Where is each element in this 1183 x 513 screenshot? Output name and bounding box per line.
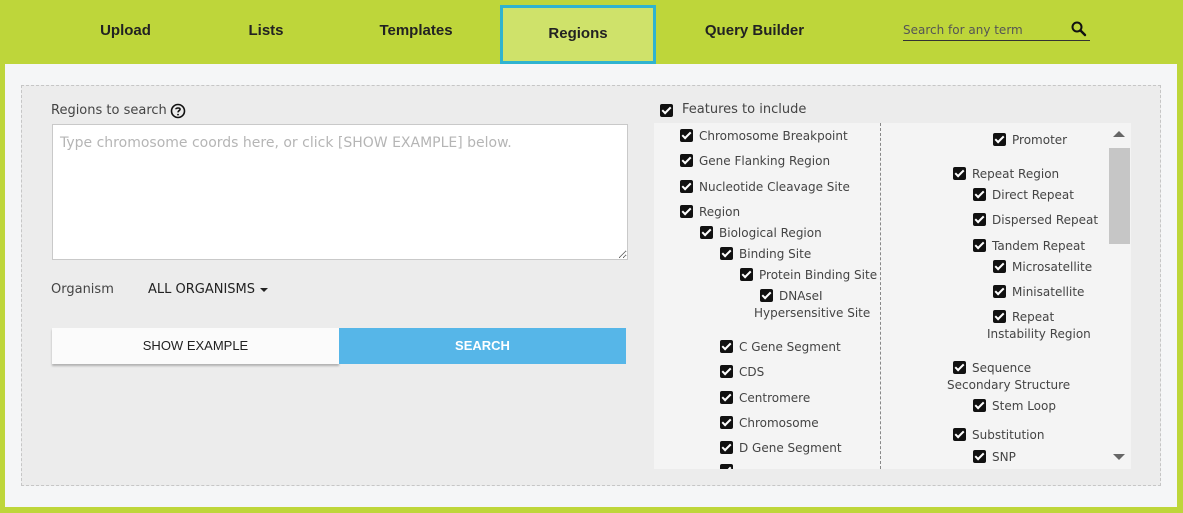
feature-item[interactable]: Protein Binding Site <box>740 267 877 284</box>
feature-checkbox[interactable] <box>680 205 693 218</box>
feature-checkbox[interactable] <box>720 441 733 454</box>
page-body: Regions to search Organism ALL ORGANISMS… <box>5 64 1177 507</box>
feature-checkbox[interactable] <box>953 361 966 374</box>
top-nav: Upload Lists Templates Regions Query Bui… <box>0 0 1183 64</box>
nav-query-builder[interactable]: Query Builder <box>696 0 813 64</box>
search-icon[interactable] <box>1070 20 1088 38</box>
feature-item[interactable]: DNAseI Hypersensitive Site <box>754 288 874 322</box>
organism-label: Organism <box>51 282 114 297</box>
feature-item[interactable]: Centromere <box>720 390 810 407</box>
feature-checkbox[interactable] <box>720 247 733 260</box>
feature-checkbox[interactable] <box>973 188 986 201</box>
feature-checkbox[interactable] <box>680 129 693 142</box>
regions-panel: Regions to search Organism ALL ORGANISMS… <box>21 85 1161 486</box>
feature-item[interactable]: D Gene Segment <box>720 440 842 457</box>
feature-checkbox[interactable] <box>720 391 733 404</box>
feature-item[interactable]: Direct Repeat <box>973 187 1074 204</box>
feature-checkbox[interactable] <box>720 365 733 378</box>
regions-textarea[interactable] <box>52 124 628 260</box>
feature-item[interactable]: SNP <box>973 449 1016 466</box>
nav-regions[interactable]: Regions <box>500 5 656 64</box>
feature-item[interactable]: Nucleotide Cleavage Site <box>680 179 850 196</box>
search-button[interactable]: SEARCH <box>339 328 626 364</box>
feature-item[interactable]: Stem Loop <box>973 398 1056 415</box>
scroll-up-arrow-icon[interactable] <box>1113 131 1125 137</box>
feature-item[interactable]: Chromosome <box>720 415 819 432</box>
feature-checkbox[interactable] <box>973 239 986 252</box>
search-input[interactable] <box>903 20 1068 40</box>
feature-item[interactable]: CDS <box>720 364 764 381</box>
feature-item[interactable]: Repeat Instability Region <box>987 309 1107 343</box>
nav-lists[interactable]: Lists <box>220 0 312 64</box>
feature-checkbox[interactable] <box>700 226 713 239</box>
feature-item[interactable]: Biological Region <box>700 225 822 242</box>
feature-checkbox[interactable] <box>760 289 773 302</box>
caret-down-icon <box>260 287 269 292</box>
feature-checkbox[interactable] <box>993 310 1006 323</box>
feature-checkbox[interactable] <box>720 464 733 469</box>
feature-item[interactable]: Minisatellite <box>993 284 1084 301</box>
scrollbar-thumb[interactable] <box>1109 148 1130 244</box>
organism-value: ALL ORGANISMS <box>148 282 256 297</box>
feature-checkbox[interactable] <box>680 154 693 167</box>
feature-checkbox[interactable] <box>720 340 733 353</box>
search-box <box>903 20 1090 41</box>
feature-item[interactable]: Promoter <box>993 132 1067 149</box>
feature-checkbox[interactable] <box>680 180 693 193</box>
feature-item[interactable]: Gene Flanking Region <box>680 153 830 170</box>
regions-label: Regions to search <box>51 103 167 118</box>
help-icon[interactable] <box>170 103 186 119</box>
scroll-down-arrow-icon[interactable] <box>1113 454 1125 460</box>
features-all-checkbox[interactable] <box>660 104 673 117</box>
feature-checkbox[interactable] <box>973 213 986 226</box>
feature-item[interactable]: Microsatellite <box>993 259 1092 276</box>
feature-item[interactable]: Sequence Secondary Structure <box>947 360 1097 394</box>
feature-item[interactable]: Substitution <box>953 427 1044 444</box>
feature-checkbox[interactable] <box>993 260 1006 273</box>
show-example-button[interactable]: SHOW EXAMPLE <box>52 328 339 364</box>
feature-checkbox[interactable] <box>993 133 1006 146</box>
column-divider <box>880 123 881 469</box>
nav-templates[interactable]: Templates <box>365 0 467 64</box>
feature-item[interactable]: Tandem Repeat <box>973 238 1085 255</box>
feature-item[interactable]: Region <box>680 204 740 221</box>
feature-checkbox[interactable] <box>953 428 966 441</box>
feature-item[interactable]: Chromosome Breakpoint <box>680 128 848 145</box>
feature-item[interactable]: Repeat Region <box>953 166 1059 183</box>
feature-item[interactable]: Dispersed Repeat <box>973 212 1098 229</box>
feature-checkbox[interactable] <box>973 399 986 412</box>
feature-checkbox[interactable] <box>993 285 1006 298</box>
feature-checkbox[interactable] <box>973 450 986 463</box>
features-list: Chromosome Breakpoint Gene Flanking Regi… <box>654 123 1131 469</box>
feature-checkbox[interactable] <box>740 268 753 281</box>
feature-item[interactable]: Binding Site <box>720 246 811 263</box>
features-label: Features to include <box>682 102 807 117</box>
feature-checkbox[interactable] <box>953 167 966 180</box>
feature-checkbox[interactable] <box>720 416 733 429</box>
feature-item[interactable]: C Gene Segment <box>720 339 841 356</box>
nav-upload[interactable]: Upload <box>78 0 173 64</box>
organism-dropdown[interactable]: ALL ORGANISMS <box>148 282 269 297</box>
